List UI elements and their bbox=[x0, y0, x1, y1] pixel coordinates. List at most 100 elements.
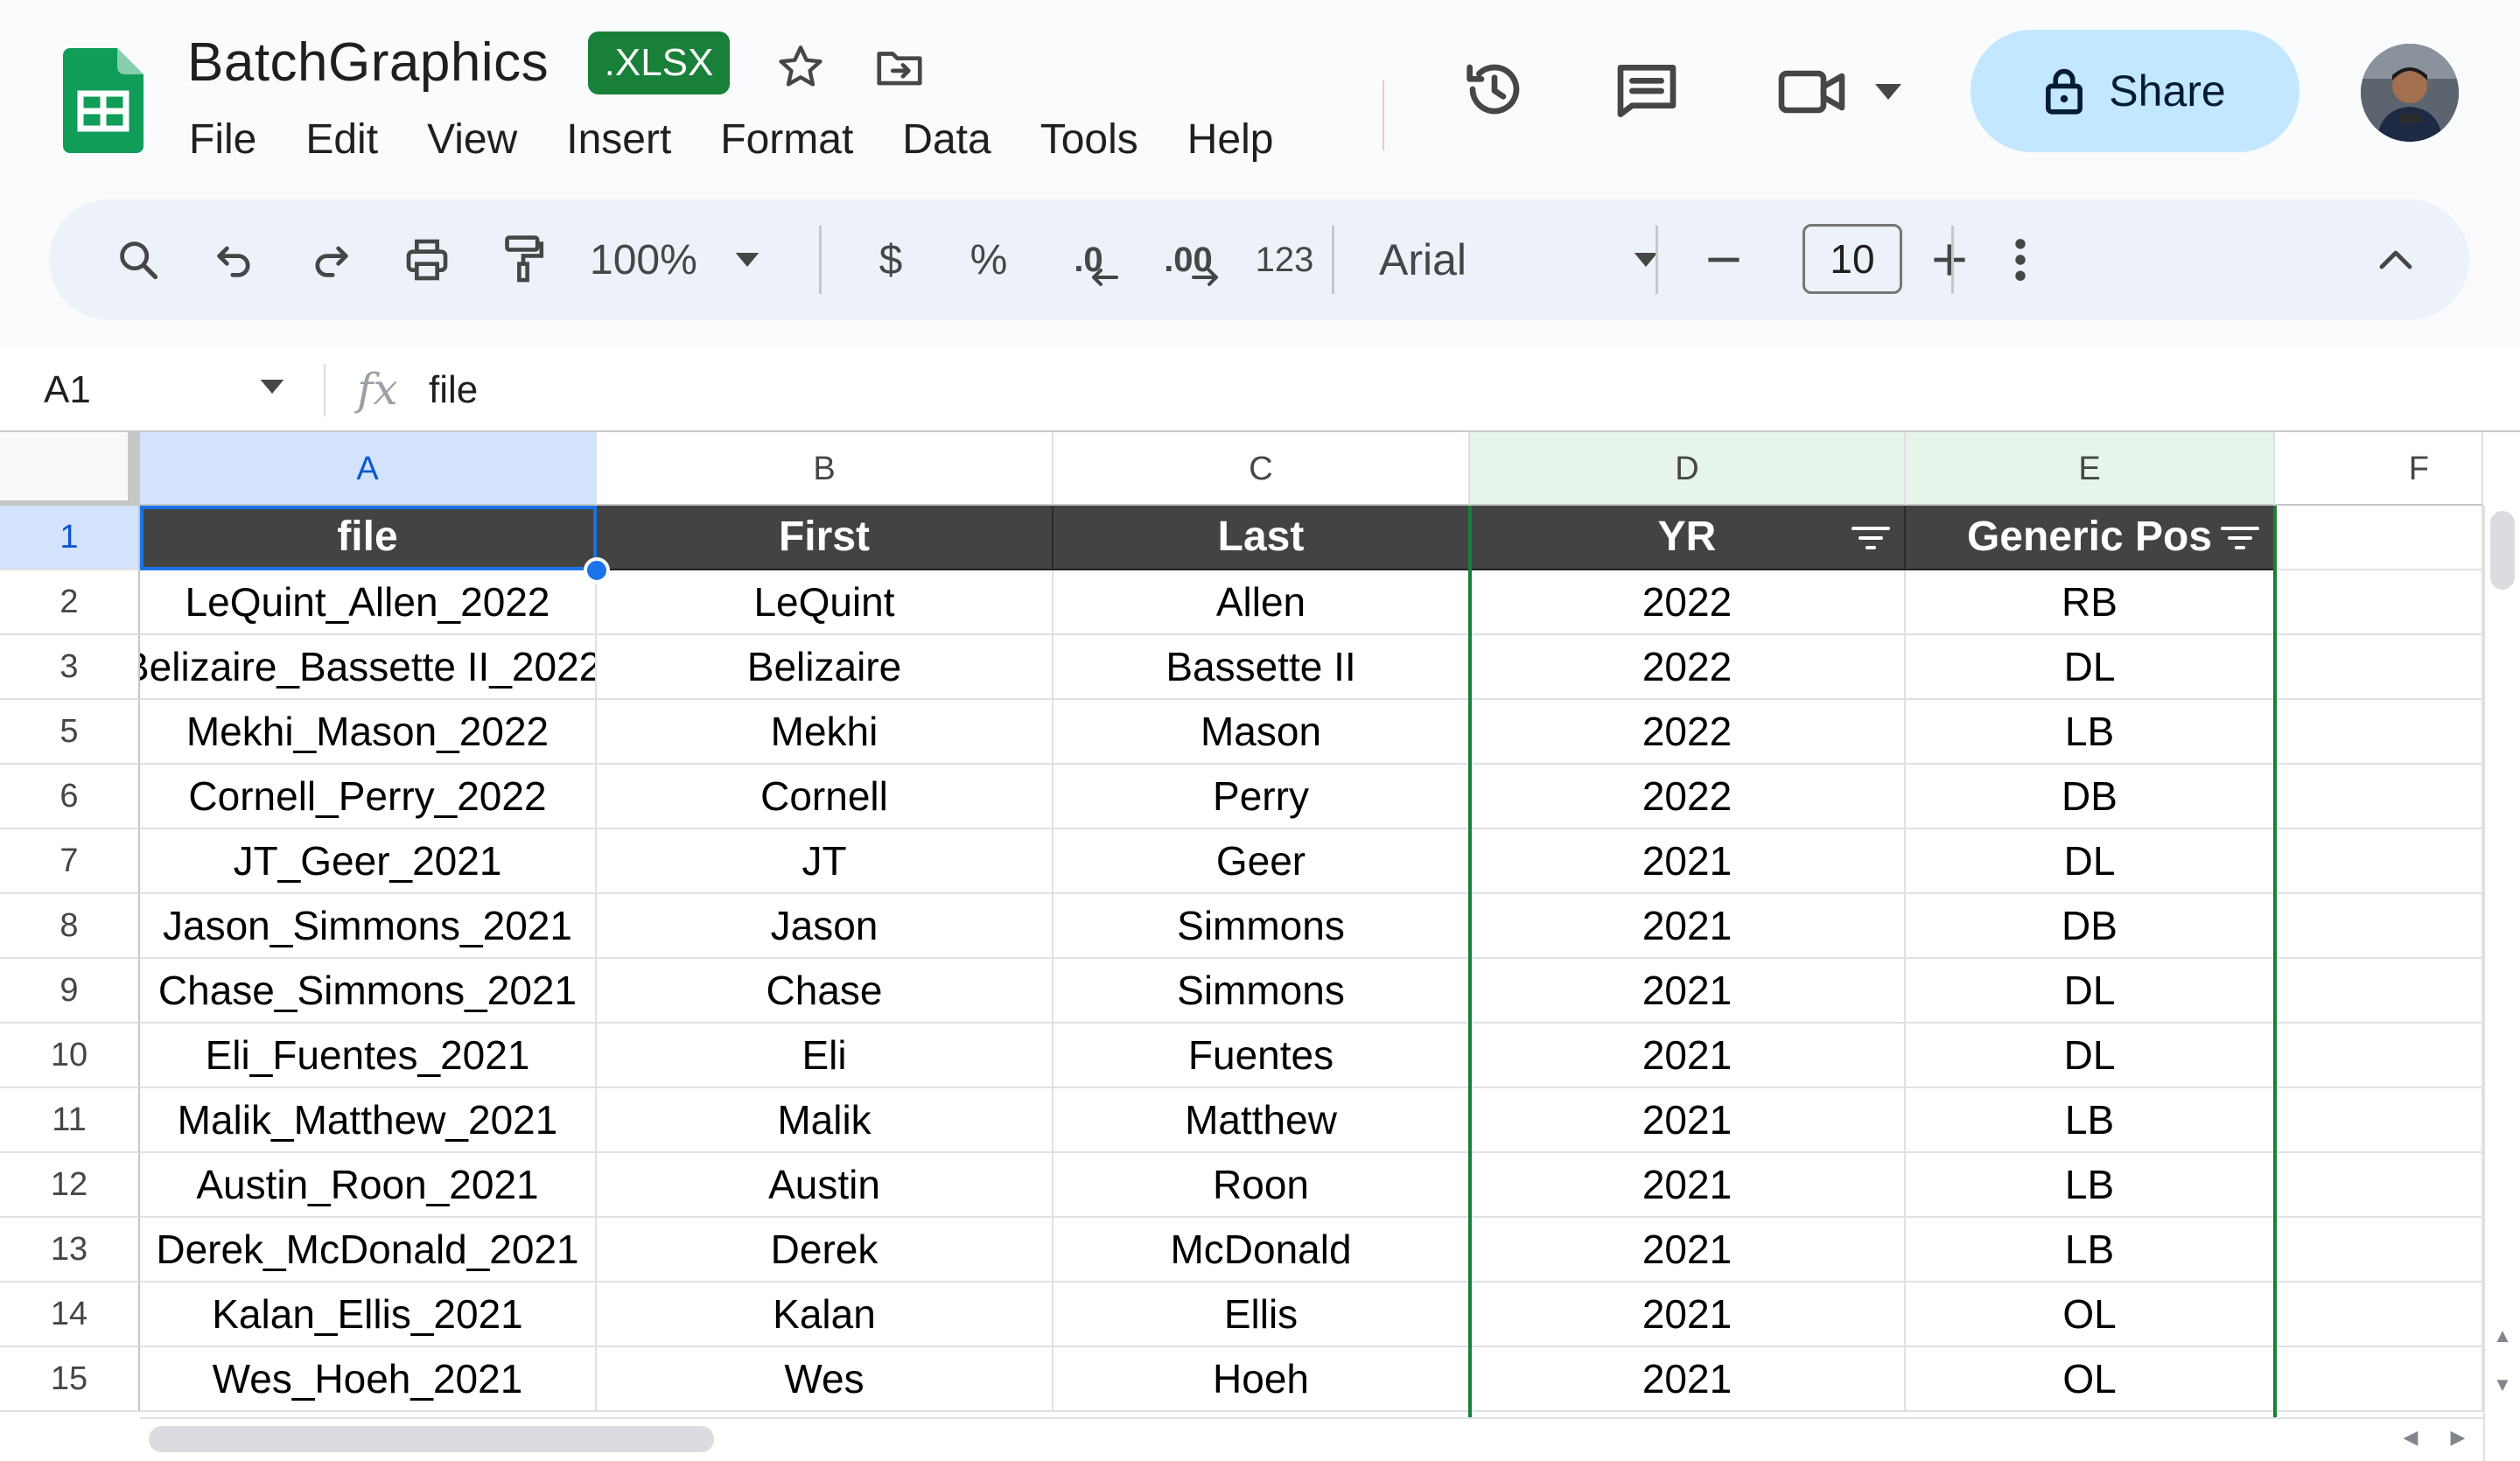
table-cell[interactable]: 2022 bbox=[1470, 765, 1906, 829]
table-cell[interactable]: Perry bbox=[1054, 765, 1470, 829]
hide-menus-button[interactable] bbox=[2359, 199, 2432, 320]
undo-button[interactable] bbox=[198, 199, 271, 320]
header-cell[interactable]: file bbox=[140, 506, 597, 570]
table-cell[interactable]: Derek bbox=[597, 1218, 1054, 1283]
empty-cell[interactable] bbox=[2275, 1347, 2483, 1412]
table-cell[interactable]: RB bbox=[1906, 570, 2275, 635]
menu-format[interactable]: Format bbox=[720, 112, 853, 168]
table-cell[interactable]: 2021 bbox=[1470, 1347, 1906, 1412]
row-header[interactable]: 9 bbox=[0, 959, 140, 1024]
decrease-decimal-button[interactable]: .0 bbox=[1046, 199, 1130, 320]
table-cell[interactable]: Austin_Roon_2021 bbox=[140, 1153, 597, 1218]
table-cell[interactable]: Mason bbox=[1054, 700, 1470, 765]
table-cell[interactable]: 2021 bbox=[1470, 1283, 1906, 1347]
table-cell[interactable]: 2022 bbox=[1470, 700, 1906, 765]
table-cell[interactable]: DL bbox=[1906, 829, 2275, 894]
column-header-e[interactable]: E bbox=[1906, 432, 2275, 506]
scroll-left-icon[interactable]: ◀ bbox=[2398, 1426, 2424, 1449]
meet-dropdown-icon[interactable] bbox=[1874, 84, 1902, 100]
name-box-dropdown-icon[interactable] bbox=[259, 380, 285, 394]
row-header[interactable]: 2 bbox=[0, 570, 140, 635]
table-cell[interactable]: 2021 bbox=[1470, 1153, 1906, 1218]
menu-help[interactable]: Help bbox=[1187, 112, 1274, 168]
table-cell[interactable]: 2022 bbox=[1470, 570, 1906, 635]
empty-cell[interactable] bbox=[2275, 1088, 2483, 1153]
empty-cell[interactable] bbox=[2275, 1153, 2483, 1218]
empty-cell[interactable] bbox=[2275, 959, 2483, 1024]
empty-cell[interactable] bbox=[2275, 1024, 2483, 1088]
format-currency-button[interactable]: $ bbox=[854, 199, 928, 320]
table-cell[interactable]: Cornell bbox=[597, 765, 1054, 829]
table-cell[interactable]: Belizaire_Bassette II_2022 bbox=[140, 635, 597, 700]
increase-font-size-button[interactable] bbox=[1913, 199, 1986, 320]
column-header-f[interactable]: F bbox=[2275, 432, 2483, 506]
vertical-scrollbar[interactable] bbox=[2483, 506, 2520, 1461]
header-cell[interactable]: First bbox=[597, 506, 1054, 570]
table-cell[interactable]: DB bbox=[1906, 765, 2275, 829]
table-cell[interactable]: LB bbox=[1906, 1088, 2275, 1153]
table-cell[interactable]: Malik bbox=[597, 1088, 1054, 1153]
fill-handle[interactable] bbox=[584, 557, 610, 584]
row-header[interactable]: 13 bbox=[0, 1218, 140, 1283]
table-cell[interactable]: Austin bbox=[597, 1153, 1054, 1218]
filter-icon[interactable] bbox=[2221, 523, 2259, 553]
table-cell[interactable]: Jason bbox=[597, 894, 1054, 959]
empty-cell[interactable] bbox=[2275, 1218, 2483, 1283]
table-cell[interactable]: Simmons bbox=[1054, 894, 1470, 959]
table-cell[interactable]: Cornell_Perry_2022 bbox=[140, 765, 597, 829]
redo-button[interactable] bbox=[294, 199, 368, 320]
print-button[interactable] bbox=[390, 199, 464, 320]
table-cell[interactable]: LeQuint_Allen_2022 bbox=[140, 570, 597, 635]
table-cell[interactable]: JT bbox=[597, 829, 1054, 894]
search-menus-button[interactable] bbox=[102, 199, 175, 320]
paint-format-button[interactable] bbox=[486, 199, 560, 320]
account-avatar[interactable] bbox=[2361, 44, 2459, 142]
table-cell[interactable]: Derek_McDonald_2021 bbox=[140, 1218, 597, 1283]
menu-file[interactable]: File bbox=[189, 112, 256, 168]
row-header[interactable]: 10 bbox=[0, 1024, 140, 1088]
row-header[interactable]: 3 bbox=[0, 635, 140, 700]
increase-decimal-button[interactable]: .00 bbox=[1143, 199, 1234, 320]
table-cell[interactable]: Wes bbox=[597, 1347, 1054, 1412]
font-family-select[interactable]: Arial bbox=[1379, 199, 1668, 320]
table-cell[interactable]: 2022 bbox=[1470, 635, 1906, 700]
table-cell[interactable]: Mekhi bbox=[597, 700, 1054, 765]
more-formats-button[interactable]: 123 bbox=[1239, 199, 1330, 320]
empty-cell[interactable] bbox=[2275, 635, 2483, 700]
horizontal-scroll-thumb[interactable] bbox=[149, 1426, 714, 1452]
table-cell[interactable]: Hoeh bbox=[1054, 1347, 1470, 1412]
table-cell[interactable]: Chase bbox=[597, 959, 1054, 1024]
more-options-button[interactable] bbox=[1990, 199, 2051, 320]
table-cell[interactable]: Belizaire bbox=[597, 635, 1054, 700]
table-cell[interactable]: DB bbox=[1906, 894, 2275, 959]
table-cell[interactable]: OL bbox=[1906, 1283, 2275, 1347]
table-cell[interactable]: Matthew bbox=[1054, 1088, 1470, 1153]
comments-icon[interactable] bbox=[1612, 56, 1682, 126]
document-title[interactable]: BatchGraphics bbox=[187, 31, 549, 94]
table-cell[interactable]: Eli bbox=[597, 1024, 1054, 1088]
table-cell[interactable]: DL bbox=[1906, 1024, 2275, 1088]
scroll-down-icon[interactable]: ▼ bbox=[2490, 1374, 2515, 1396]
menu-data[interactable]: Data bbox=[902, 112, 990, 168]
row-header[interactable]: 8 bbox=[0, 894, 140, 959]
header-cell[interactable]: Generic Pos bbox=[1906, 506, 2275, 570]
menu-tools[interactable]: Tools bbox=[1040, 112, 1138, 168]
table-cell[interactable]: 2021 bbox=[1470, 1024, 1906, 1088]
name-box[interactable]: A1 bbox=[44, 362, 91, 418]
empty-cell[interactable] bbox=[2275, 829, 2483, 894]
header-cell[interactable]: Last bbox=[1054, 506, 1470, 570]
table-cell[interactable]: 2021 bbox=[1470, 1088, 1906, 1153]
format-percent-button[interactable]: % bbox=[952, 199, 1026, 320]
row-header[interactable]: 12 bbox=[0, 1153, 140, 1218]
table-cell[interactable]: Mekhi_Mason_2022 bbox=[140, 700, 597, 765]
scroll-up-icon[interactable]: ▲ bbox=[2490, 1325, 2515, 1347]
column-header-a[interactable]: A bbox=[140, 432, 597, 506]
table-cell[interactable]: Wes_Hoeh_2021 bbox=[140, 1347, 597, 1412]
formula-input[interactable]: file bbox=[429, 362, 478, 418]
table-cell[interactable]: LeQuint bbox=[597, 570, 1054, 635]
row-header[interactable]: 11 bbox=[0, 1088, 140, 1153]
row-header[interactable]: 5 bbox=[0, 700, 140, 765]
menu-edit[interactable]: Edit bbox=[305, 112, 378, 168]
table-cell[interactable]: Fuentes bbox=[1054, 1024, 1470, 1088]
vertical-scroll-thumb[interactable] bbox=[2490, 511, 2515, 590]
